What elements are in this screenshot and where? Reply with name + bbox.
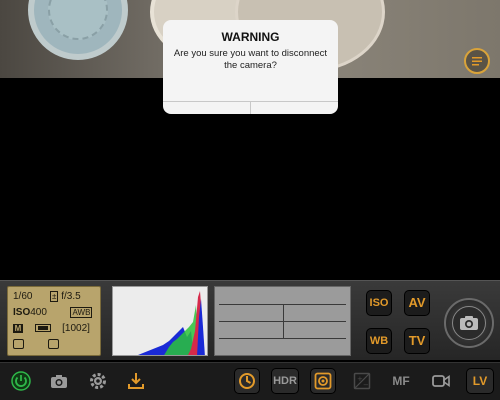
iso-label: ISO <box>13 307 31 318</box>
yes-button[interactable]: Yes <box>250 102 338 114</box>
tv-button[interactable]: TV <box>404 328 430 354</box>
histogram-graph <box>138 291 205 355</box>
download-button[interactable] <box>123 368 149 394</box>
timer-button[interactable] <box>234 368 260 394</box>
drive-mode-icon <box>13 339 24 350</box>
histogram <box>112 286 208 356</box>
battery-icon <box>34 324 51 333</box>
shots-remaining: [1002] <box>62 323 90 334</box>
video-button[interactable] <box>428 368 454 394</box>
settings-button[interactable] <box>85 368 111 394</box>
shooting-mode[interactable]: M <box>13 324 23 333</box>
wb-button[interactable]: WB <box>366 328 392 354</box>
download-icon <box>128 373 144 389</box>
exposure-comp-icon: + − <box>353 372 371 390</box>
grid-line <box>283 304 284 338</box>
exposure-button[interactable] <box>310 368 336 394</box>
dialog-title: WARNING <box>221 30 280 44</box>
shutter-speed[interactable]: 1/60 <box>13 291 32 302</box>
exposure-comp-button[interactable]: + − <box>349 368 375 394</box>
edit-icon <box>472 57 482 66</box>
iso-button[interactable]: ISO <box>366 290 392 316</box>
svg-text:−: − <box>363 381 369 389</box>
dialog-buttons: Cancel Yes <box>163 101 338 114</box>
shutter-button[interactable] <box>444 298 494 348</box>
exposure-lcd: 1/60 ± f/3.5 ISO400 AWB M [1002] <box>7 286 101 356</box>
av-button[interactable]: AV <box>404 290 430 316</box>
camera-icon <box>51 375 67 388</box>
gear-icon <box>90 373 106 389</box>
camera-button[interactable] <box>46 368 72 394</box>
metering-icon <box>47 339 59 350</box>
lv-button[interactable]: LV <box>466 368 494 394</box>
aperture[interactable]: f/3.5 <box>61 291 80 302</box>
exposure-icon <box>314 372 332 390</box>
power-button[interactable] <box>8 368 34 394</box>
grid-line <box>219 338 346 339</box>
edit-button[interactable] <box>464 48 490 74</box>
power-icon <box>11 371 31 391</box>
exposure-comp-icon: ± <box>50 291 59 302</box>
timer-icon <box>239 373 255 389</box>
mf-button[interactable]: MF <box>388 368 414 394</box>
iso-value[interactable]: 400 <box>30 307 47 318</box>
hdr-button[interactable]: HDR <box>271 368 299 394</box>
disconnect-dialog: WARNING Are you sure you want to disconn… <box>163 20 338 114</box>
shutter-icon <box>460 316 478 330</box>
cancel-button[interactable]: Cancel <box>163 102 250 114</box>
video-icon <box>432 374 450 388</box>
focus-grid-panel[interactable] <box>214 286 351 356</box>
white-balance[interactable]: AWB <box>70 307 93 318</box>
dialog-message: Are you sure you want to disconnect the … <box>173 48 328 71</box>
